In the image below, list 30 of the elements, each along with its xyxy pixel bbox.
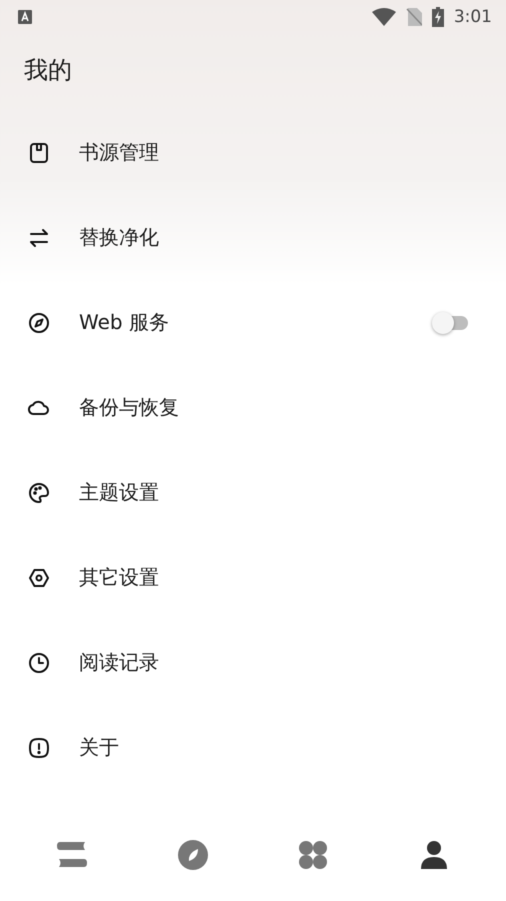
menu-item[interactable]: 备份与恢复 <box>0 365 506 450</box>
no-sim-icon <box>406 8 422 26</box>
clock-icon <box>27 650 51 674</box>
menu-label: 其它设置 <box>79 564 160 591</box>
menu-label: 备份与恢复 <box>79 394 180 421</box>
palette-icon <box>27 480 51 504</box>
menu-label: 关于 <box>79 734 120 761</box>
menu-item[interactable]: 阅读记录 <box>0 620 506 705</box>
toggle-switch[interactable] <box>432 310 468 334</box>
menu-item[interactable]: 其它设置 <box>0 535 506 620</box>
menu-item[interactable]: 关于 <box>0 705 506 790</box>
menu-item[interactable]: Web 服务 <box>0 280 506 365</box>
menu-label: 阅读记录 <box>79 649 160 676</box>
compass-icon <box>176 839 209 871</box>
menu-label: 书源管理 <box>79 139 160 166</box>
grid-icon <box>297 839 330 871</box>
battery-charging-icon <box>432 7 444 27</box>
status-time: 3:01 <box>454 7 492 27</box>
compass-icon <box>27 310 51 334</box>
bookmark-icon <box>27 140 51 164</box>
menu-item[interactable]: 主题设置 <box>0 450 506 535</box>
menu-label: 替换净化 <box>79 224 160 251</box>
wifi-icon <box>372 8 396 26</box>
page-title: 我的 <box>23 55 73 86</box>
menu-label: 主题设置 <box>79 479 160 506</box>
info-icon <box>27 736 51 760</box>
menu-item[interactable]: 书源管理 <box>0 110 506 195</box>
menu-label: Web 服务 <box>79 309 170 336</box>
app-notification-icon <box>18 10 32 24</box>
menu-item[interactable]: 替换净化 <box>0 195 506 280</box>
